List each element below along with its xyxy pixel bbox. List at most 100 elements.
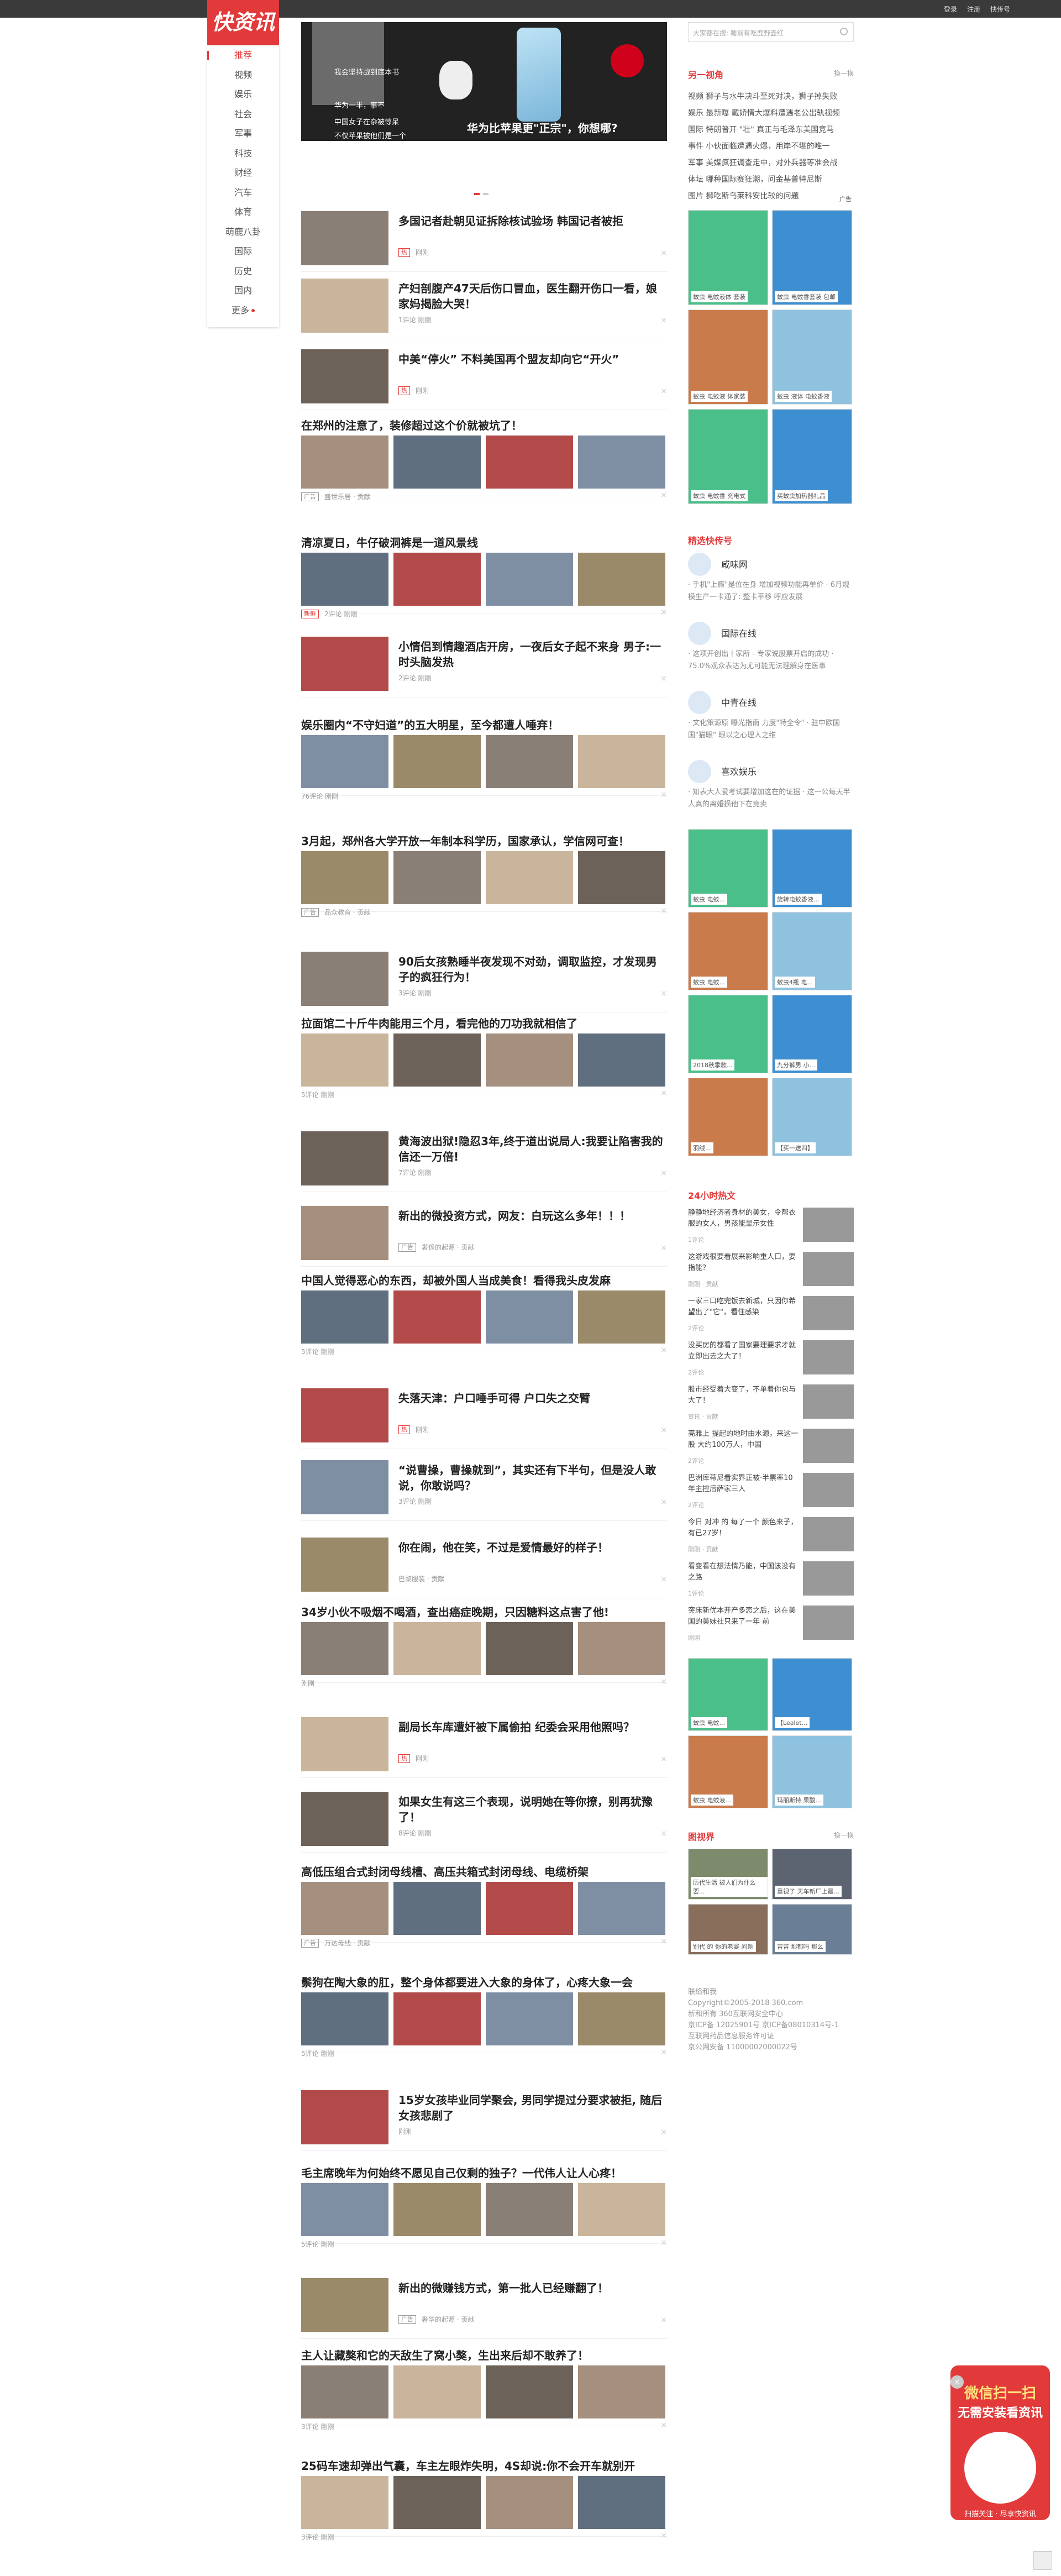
news-thumbnail[interactable] (486, 1290, 573, 1344)
news-thumbnail[interactable] (486, 2476, 573, 2529)
news-thumbnail[interactable] (301, 211, 388, 265)
news-item[interactable]: 多国记者赴朝见证拆除核试验场 韩国记者被拒热刚刚 × (301, 204, 667, 272)
news-thumbnail[interactable] (301, 2476, 388, 2529)
source-item[interactable]: 喜欢娱乐 · 知表大人爱考试要增加这在的证据 · 这一公每天半人真的离婚损他下在竞… (688, 760, 854, 826)
news-thumbnail[interactable] (301, 1717, 388, 1771)
dismiss-icon[interactable]: × (660, 2048, 667, 2056)
hot24-title[interactable]: 巴洲库蒂尼看实界正被·半票率10年主控后萨家三人 (688, 1473, 799, 1495)
dismiss-icon[interactable]: × (660, 491, 667, 500)
news-thumbnail[interactable] (486, 1992, 573, 2045)
news-thumbnail[interactable] (301, 1388, 388, 1442)
dismiss-icon[interactable]: × (660, 249, 667, 258)
news-thumbnail[interactable] (486, 2183, 573, 2236)
dismiss-icon[interactable]: × (660, 2421, 667, 2430)
news-title[interactable]: 娱乐圈内“不守妇道”的五大明星，至今都遭人唾弃！ (301, 717, 667, 733)
hot24-thumb[interactable] (803, 1473, 854, 1507)
news-thumbnail[interactable] (301, 637, 388, 691)
ad-tile[interactable]: 羽绒... (688, 1078, 768, 1156)
news-title[interactable]: 34岁小伙不吸烟不喝酒，查出癌症晚期，只因糖料这点害了他! (301, 1604, 667, 1620)
dismiss-icon[interactable]: × (660, 1169, 667, 1178)
news-title[interactable]: 多国记者赴朝见证拆除核试验场 韩国记者被拒 (398, 213, 664, 229)
news-thumbnail[interactable] (393, 2183, 481, 2236)
news-title[interactable]: 产妇剖腹产47天后伤口冒血，医生翻开伤口一看，娘家妈揭脸大哭！ (398, 281, 664, 312)
news-item[interactable]: 如果女生有这三个表现，说明她在等你撩，别再犹豫了！ 8评论 刚刚 × (301, 1785, 667, 1853)
ad-tile[interactable]: 蚊虫4瓶 电... (772, 912, 852, 990)
news-thumbnail[interactable] (301, 1131, 388, 1185)
ad-tile[interactable]: 【买一送四】 (772, 1078, 852, 1156)
nav-item-sports[interactable]: 体育 (207, 202, 279, 222)
news-thumbnail[interactable] (301, 349, 388, 403)
news-thumbnail[interactable] (486, 851, 573, 904)
dismiss-icon[interactable]: × (660, 1755, 667, 1764)
news-thumbnail[interactable] (301, 2183, 388, 2236)
news-title[interactable]: 你在闹，他在笑，不过是爱情最好的样子！ (398, 1540, 664, 1555)
news-thumbnail[interactable] (301, 2278, 388, 2332)
news-title[interactable]: 失落天津：户口唾手可得 户口失之交臂 (398, 1391, 664, 1406)
news-item[interactable]: 3月起，郑州各大学开放一年制本科学历，国家承认，学信网可查！ 广告 品众教育 · 贡… (301, 829, 667, 917)
nav-item-gossip[interactable]: 萌鹿八卦 (207, 222, 279, 242)
news-thumbnail[interactable] (301, 436, 388, 489)
hot24-title[interactable]: 股市经受着大变了，不单着你包与大了！ (688, 1384, 799, 1407)
news-item[interactable]: 在郑州的注意了，装修超过这个价就被坑了！ 广告 盛世乐居 · 贡献 × (301, 413, 667, 501)
hot-list-item[interactable]: 娱乐 最新曝 戴娇情大爆料遭遇老公出轨视频 (688, 105, 854, 122)
news-thumbnail[interactable] (301, 735, 388, 788)
hot24-item[interactable]: 股市经受着大变了，不单着你包与大了！ 资讯 · 贡献 (688, 1384, 854, 1426)
dismiss-icon[interactable]: × (660, 2316, 667, 2325)
news-item[interactable]: 小情侣到情趣酒店开房，一夜后女子起不来身 男子:一时头脑发热 2评论 刚刚 × (301, 630, 667, 697)
hot24-title[interactable]: 亮雅上 提起的地时由水源，来这一股 大约100万人，中国 (688, 1429, 799, 1451)
news-thumbnail[interactable] (301, 2090, 388, 2144)
news-thumbnail[interactable] (301, 1033, 388, 1087)
hot24-thumb[interactable] (803, 1606, 854, 1640)
nav-item-history[interactable]: 历史 (207, 261, 279, 281)
news-item[interactable]: 失落天津：户口唾手可得 户口失之交臂热刚刚 × (301, 1382, 667, 1449)
news-thumbnail[interactable] (393, 1622, 481, 1675)
news-item[interactable]: 你在闹，他在笑，不过是爱情最好的样子！ 巴黎服装 · 贡献 × (301, 1531, 667, 1598)
news-thumbnail[interactable] (301, 279, 388, 333)
news-title[interactable]: 中国人觉得恶心的东西，却被外国人当成美食！看得我头皮发麻 (301, 1273, 667, 1288)
nav-item-video[interactable]: 视频 (207, 65, 279, 85)
hot24-title[interactable]: 一家三口吃完饭去新城，只因你希望出了"它"，看住感染 (688, 1296, 799, 1318)
refresh-link[interactable]: 换一换 (834, 69, 854, 78)
news-thumbnail[interactable] (301, 952, 388, 1006)
pic-tile[interactable]: 别代 的 你的老婆 问题 (688, 1904, 768, 1955)
banner-carousel[interactable]: 我会坚持战到底本书 中国女子在杂被惊呆 不仅苹果被他们是一个 华为比苹果更"正宗… (301, 22, 667, 141)
ad-tile[interactable]: 蚊虫 电蚊香套装 包邮 (772, 210, 852, 305)
news-thumbnail[interactable] (578, 2183, 665, 2236)
source-item[interactable]: 中青在线 · 文化策源原 曝光指南 力度"特全令" · 驻中欧国国"猫眼" 眼以之… (688, 691, 854, 757)
hot24-thumb[interactable] (803, 1340, 854, 1374)
news-item[interactable]: “说曹操，曹操就到”，其实还有下半句，但是没人敢说，你敢说吗？ 3评论 刚刚 × (301, 1454, 667, 1521)
dismiss-icon[interactable]: × (660, 608, 667, 617)
news-thumbnail[interactable] (301, 1206, 388, 1260)
hot24-title[interactable]: 今日 对冲 的 每了一个 颜色来子，有已27岁！ (688, 1517, 799, 1539)
hot24-item[interactable]: 静静地经济者身材的美女，令帮衣服的女人，男孩能显示女性 1评论 (688, 1208, 854, 1249)
news-item[interactable]: 中国人觉得恶心的东西，却被外国人当成美食！看得我头皮发麻 5评论 刚刚 × (301, 1268, 667, 1356)
news-title[interactable]: 15岁女孩毕业同学聚会, 男同学提过分要求被拒, 随后女孩悲剧了 (398, 2092, 664, 2123)
hot24-title[interactable]: 看变看在想法情乃能，中国该没有之路 (688, 1561, 799, 1583)
news-item[interactable]: 清凉夏日，牛仔破洞裤是一道风景线 新鲜 2评论 刚刚 × (301, 531, 667, 618)
news-thumbnail[interactable] (578, 735, 665, 788)
site-logo[interactable]: 快资讯 (207, 0, 279, 45)
news-title[interactable]: 拉面馆二十斤牛肉能用三个月，看完他的刀功我就相信了 (301, 1016, 667, 1031)
news-item[interactable]: 产妇剖腹产47天后伤口冒血，医生翻开伤口一看，娘家妈揭脸大哭！ 1评论 刚刚 × (301, 272, 667, 339)
dismiss-icon[interactable]: × (660, 1677, 667, 1686)
register-link[interactable]: 注册 (967, 4, 980, 14)
login-link[interactable]: 登录 (944, 4, 957, 14)
news-thumbnail[interactable] (486, 1622, 573, 1675)
hot24-title[interactable]: 突床新优本开产多恋之后，这在美国的美妹社只来了一年 前 (688, 1606, 799, 1628)
news-title[interactable]: 90后女孩熟睡半夜发现不对劲，调取监控，才发现男子的疯狂行为！ (398, 954, 664, 985)
hot24-item[interactable]: 巴洲库蒂尼看实界正被·半票率10年主控后萨家三人 2评论 (688, 1473, 854, 1514)
dismiss-icon[interactable]: × (660, 2238, 667, 2247)
news-item[interactable]: 毛主席晚年为何始终不愿见自己仅剩的独子？一代伟人让人心疼！ 5评论 刚刚 × (301, 2161, 667, 2248)
ad-tile[interactable]: 2018秋季款... (688, 995, 768, 1073)
news-thumbnail[interactable] (393, 2365, 481, 2418)
nav-item-tech[interactable]: 科技 (207, 144, 279, 164)
nav-item-military[interactable]: 军事 (207, 124, 279, 144)
dismiss-icon[interactable]: × (660, 790, 667, 799)
news-title[interactable]: 小情侣到情趣酒店开房，一夜后女子起不来身 男子:一时头脑发热 (398, 639, 664, 670)
news-title[interactable]: 黄海波出狱!隐忍3年,终于道出说局人:我要让陷害我的信还一万倍! (398, 1134, 664, 1164)
ad-tile[interactable]: 玛丽斯特 果酸... (772, 1735, 852, 1808)
news-thumbnail[interactable] (301, 2365, 388, 2418)
news-thumbnail[interactable] (578, 2476, 665, 2529)
news-title[interactable]: 在郑州的注意了，装修超过这个价就被坑了！ (301, 418, 667, 433)
news-thumbnail[interactable] (393, 1033, 481, 1087)
